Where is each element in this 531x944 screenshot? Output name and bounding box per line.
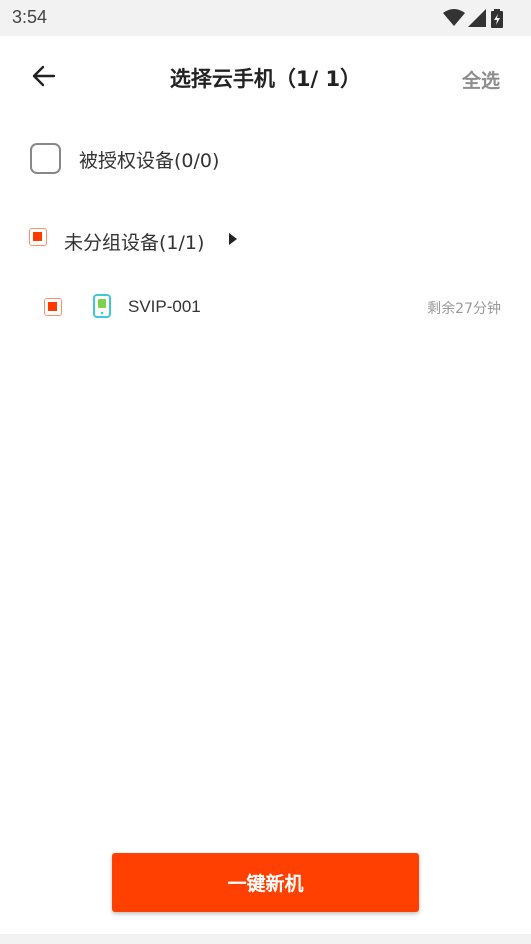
page-title: 选择云手机（1/ 1） [169, 67, 362, 91]
authorized-devices-label: 被授权设备(0/0) [79, 150, 220, 172]
select-all-button[interactable]: 全选 [462, 66, 500, 93]
status-bar: 3:54 [0, 0, 531, 36]
device-remaining-time: 剩余27分钟 [427, 301, 501, 317]
device-checkbox[interactable] [44, 298, 62, 316]
phone-icon [93, 294, 111, 318]
new-machine-button[interactable]: 一键新机 [112, 853, 419, 912]
bottom-edge [0, 934, 531, 944]
app-bar: 选择云手机（1/ 1） 全选 [0, 36, 531, 116]
device-name: SVIP-001 [128, 297, 201, 316]
ungrouped-devices-group[interactable]: 未分组设备(1/1) [0, 222, 531, 256]
device-row[interactable]: SVIP-001 剩余27分钟 [0, 290, 531, 324]
authorized-devices-group[interactable]: 被授权设备(0/0) [0, 138, 531, 182]
status-time: 3:54 [12, 7, 48, 27]
triangle-right-icon[interactable] [228, 232, 238, 246]
checkbox-checked-mark [48, 302, 57, 311]
ungrouped-devices-checkbox[interactable] [29, 228, 47, 246]
ungrouped-devices-label: 未分组设备(1/1) [64, 232, 205, 254]
checkbox-checked-mark [33, 232, 42, 241]
battery-charging-icon [491, 9, 503, 28]
authorized-devices-checkbox[interactable] [30, 143, 61, 174]
signal-icon [468, 9, 486, 27]
wifi-icon [443, 9, 465, 26]
